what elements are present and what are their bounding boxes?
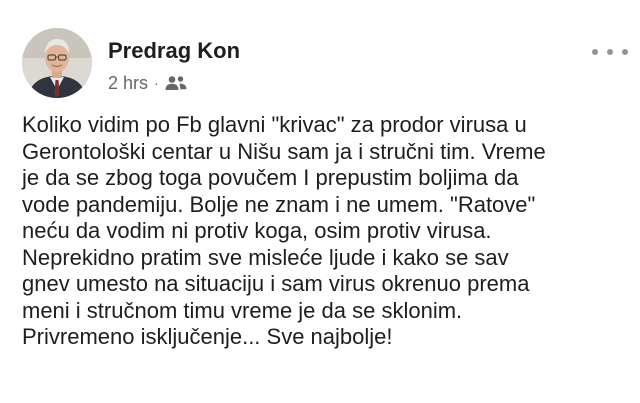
post-text-line: Neprekidno pratim sve misleće ljude i ka… xyxy=(22,244,509,270)
post-text-line: Privremeno isključenje... Sve najbolje! xyxy=(22,324,393,349)
meta-separator: · xyxy=(154,75,159,91)
post-meta: 2 hrs · xyxy=(108,72,187,94)
post-text-line: Gerontološki centar u Nišu sam ja i stru… xyxy=(22,138,546,164)
post-text: Koliko vidim po Fb glavni "krivac" za pr… xyxy=(22,112,630,351)
post-text-line: je da se zbog toga povučem I prepustim b… xyxy=(22,165,519,190)
more-options-icon[interactable] xyxy=(592,42,628,62)
more-dot xyxy=(592,49,598,55)
avatar-photo xyxy=(22,28,92,98)
facebook-post: Predrag Kon 2 hrs · Koliko vidim po Fb g… xyxy=(0,0,640,403)
more-dot xyxy=(622,49,628,55)
post-text-line: gnev umesto na situaciju i sam virus okr… xyxy=(22,271,530,296)
post-text-line: neću da vodim ni protiv koga, osim proti… xyxy=(22,218,492,243)
author-avatar[interactable] xyxy=(22,28,92,98)
more-dot xyxy=(607,49,613,55)
author-name[interactable]: Predrag Kon xyxy=(108,38,240,64)
post-text-line: vode pandemiju. Bolje ne znam i ne umem.… xyxy=(22,191,536,217)
post-timestamp[interactable]: 2 hrs xyxy=(108,73,148,94)
post-text-line: Koliko vidim po Fb glavni "krivac" za pr… xyxy=(22,112,527,137)
post-text-line: meni i stručnom timu vreme je da se sklo… xyxy=(22,297,463,323)
friends-icon[interactable] xyxy=(165,75,187,91)
